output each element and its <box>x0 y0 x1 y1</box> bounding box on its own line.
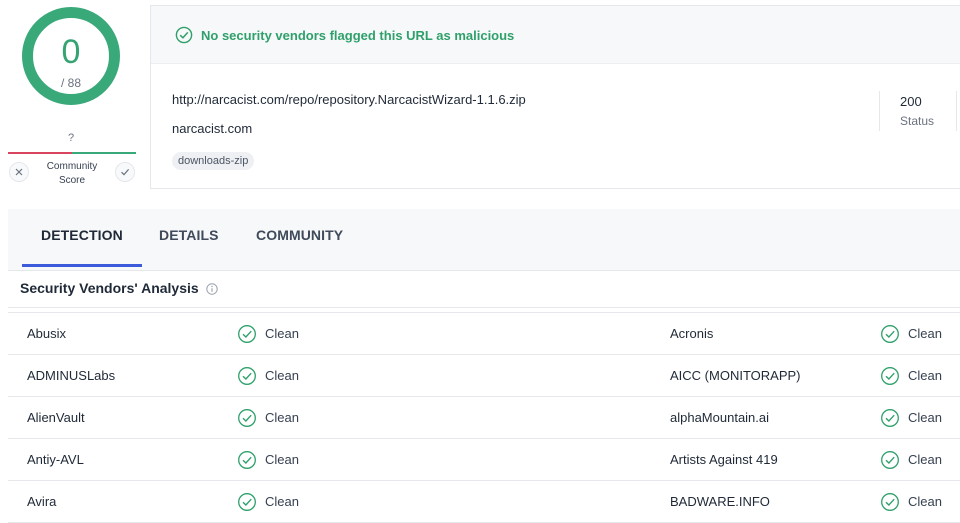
close-icon <box>15 168 23 176</box>
analyzed-url: http://narcacist.com/repo/repository.Nar… <box>172 92 526 107</box>
verdict-banner: No security vendors flagged this URL as … <box>151 6 960 64</box>
vote-harmful-button[interactable] <box>9 162 29 182</box>
vendor-name: AlienVault <box>27 410 85 425</box>
vendor-results-table: Abusix Clean Acronis Clean ADMINUSLabs Clean A… <box>8 312 960 523</box>
result-label: Clean <box>265 368 299 383</box>
check-circle-icon <box>175 26 193 44</box>
result-label: Clean <box>265 452 299 467</box>
vote-harmless-button[interactable] <box>115 162 135 182</box>
check-circle-icon <box>238 451 256 469</box>
info-icon[interactable] <box>206 283 218 295</box>
verdict-message: No security vendors flagged this URL as … <box>201 28 515 43</box>
community-score-label: Community Score <box>46 161 98 186</box>
vendor-name: BADWARE.INFO <box>670 494 770 509</box>
vendor-name: alphaMountain.ai <box>670 410 770 425</box>
check-circle-icon <box>238 325 256 343</box>
vendor-name: Antiy-AVL <box>27 452 84 467</box>
table-row: Avira Clean BADWARE.INFO Clean <box>8 481 960 523</box>
check-circle-icon <box>881 409 899 427</box>
check-circle-icon <box>238 493 256 511</box>
table-row: ADMINUSLabs Clean AICC (MONITORAPP) Clean <box>8 355 960 397</box>
tab-detection[interactable]: DETECTION <box>22 209 142 267</box>
url-domain-link[interactable]: narcacist.com <box>172 121 252 136</box>
url-tag[interactable]: downloads-zip <box>172 152 255 170</box>
community-score-bar <box>8 152 136 154</box>
status-label: Status <box>900 114 935 128</box>
table-row: AlienVault Clean alphaMountain.ai Clean <box>8 397 960 439</box>
table-row: Antiy-AVL Clean Artists Against 419 Clean <box>8 439 960 481</box>
section-title: Security Vendors' Analysis <box>20 280 199 296</box>
result-label: Clean <box>265 494 299 509</box>
detection-score-widget: 0 / 88 ? Community Score <box>0 0 150 190</box>
vendor-name: Acronis <box>670 326 714 341</box>
check-circle-icon <box>881 451 899 469</box>
result-label: Clean <box>265 410 299 425</box>
status-code: 200 <box>900 94 922 109</box>
check-circle-icon <box>238 409 256 427</box>
vendor-name: ADMINUSLabs <box>27 368 116 383</box>
url-summary-card: No security vendors flagged this URL as … <box>150 5 960 189</box>
result-label: Clean <box>908 410 942 425</box>
result-label: Clean <box>908 368 942 383</box>
table-row: Abusix Clean Acronis Clean <box>8 313 960 355</box>
check-circle-icon <box>238 367 256 385</box>
result-label: Clean <box>908 452 942 467</box>
section-divider <box>8 307 960 308</box>
vendor-name: Avira <box>27 494 57 509</box>
http-status: 200 Status <box>879 91 957 131</box>
community-score-value: ? <box>67 132 75 144</box>
vendor-name: Artists Against 419 <box>670 452 778 467</box>
result-label: Clean <box>908 494 942 509</box>
check-icon <box>121 169 130 176</box>
result-label: Clean <box>265 326 299 341</box>
result-label: Clean <box>908 326 942 341</box>
vendor-name: AICC (MONITORAPP) <box>670 368 801 383</box>
check-circle-icon <box>881 493 899 511</box>
check-circle-icon <box>881 325 899 343</box>
detection-total: / 88 <box>60 76 81 90</box>
tab-details[interactable]: DETAILS <box>159 209 219 267</box>
check-circle-icon <box>881 367 899 385</box>
tab-community[interactable]: COMMUNITY <box>256 209 343 267</box>
vendor-name: Abusix <box>27 326 67 341</box>
detection-count: 0 <box>61 33 81 71</box>
detection-ring: 0 / 88 <box>22 7 120 105</box>
report-tabs: DETECTION DETAILS COMMUNITY <box>8 209 960 271</box>
